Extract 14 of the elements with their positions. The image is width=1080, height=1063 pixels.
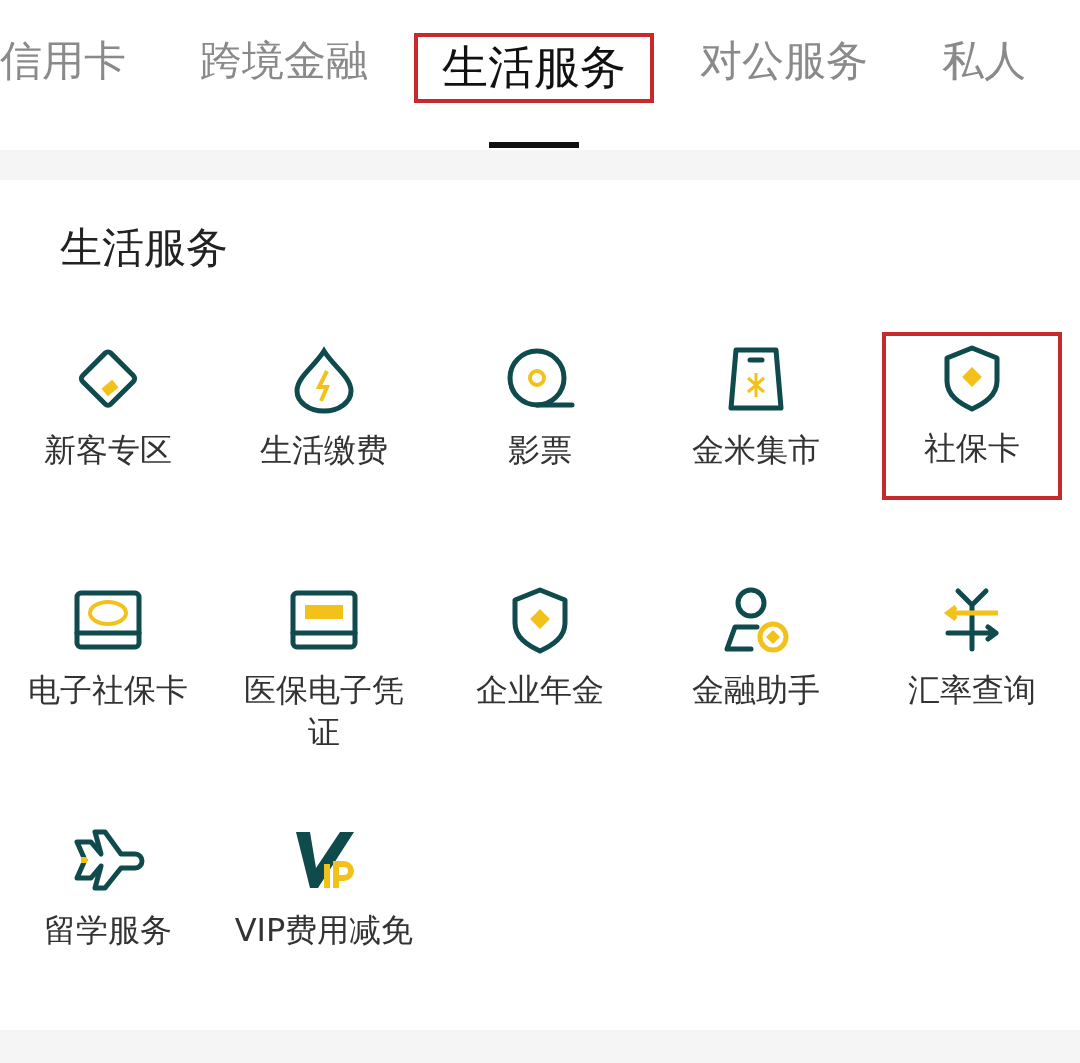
service-item[interactable]: 生活缴费: [216, 320, 432, 560]
service-item[interactable]: 新客专区: [0, 320, 216, 560]
service-item[interactable]: 汇率查询: [864, 560, 1080, 800]
service-item[interactable]: 金米集市: [648, 320, 864, 560]
service-item[interactable]: VIP费用减免: [216, 800, 432, 1040]
service-item[interactable]: 社保卡: [864, 314, 1080, 518]
category-tab[interactable]: 生活服务: [418, 37, 650, 99]
service-item[interactable]: 留学服务: [0, 800, 216, 1040]
service-item[interactable]: 金融助手: [648, 560, 864, 800]
service-item[interactable]: 电子社保卡: [0, 560, 216, 800]
service-item[interactable]: 影票: [432, 320, 648, 560]
service-item[interactable]: 医保电子凭证: [216, 560, 432, 800]
section-title: 生活服务: [59, 222, 229, 274]
service-item[interactable]: 企业年金: [432, 560, 648, 800]
